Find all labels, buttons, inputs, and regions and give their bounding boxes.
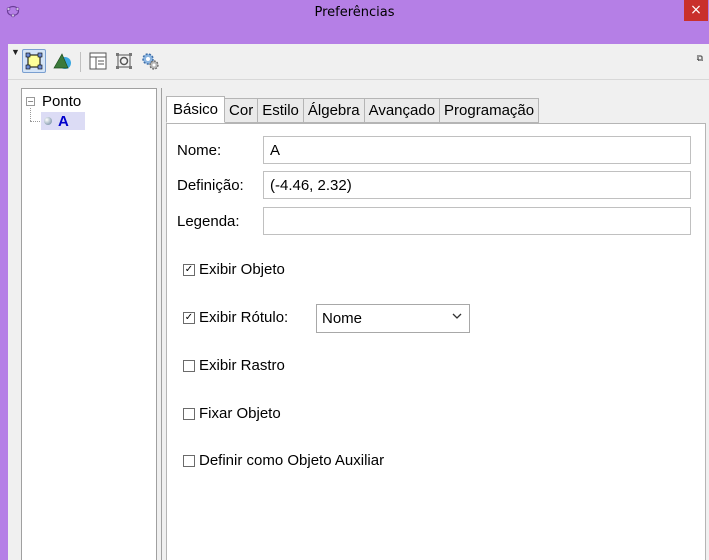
checkbox-box[interactable] — [183, 359, 195, 372]
nome-label: Nome: — [177, 142, 222, 159]
preferences-window: Preferências × ▼ ⧉ − Ponto A Básico Cor … — [0, 0, 709, 560]
tree-connector — [30, 108, 31, 121]
checkbox-label: Exibir Rótulo: — [199, 309, 289, 326]
objeto-auxiliar-checkbox[interactable]: Definir como Objeto Auxiliar — [183, 452, 384, 469]
definicao-input[interactable] — [263, 171, 691, 199]
checkbox-label: Exibir Objeto — [199, 261, 285, 278]
tree-connector — [30, 121, 40, 122]
checkbox-box[interactable]: ✓ — [183, 263, 195, 276]
point-icon — [44, 117, 52, 125]
tree-item-label: A — [58, 112, 69, 130]
close-button[interactable]: × — [684, 0, 708, 21]
tab-programacao[interactable]: Programação — [440, 98, 540, 123]
exibir-rotulo-checkbox[interactable]: ✓ Exibir Rótulo: — [183, 309, 288, 326]
exibir-rastro-checkbox[interactable]: Exibir Rastro — [183, 357, 285, 374]
tab-estilo[interactable]: Estilo — [258, 98, 304, 123]
object-tree: − Ponto A — [21, 88, 157, 560]
point-style-icon[interactable] — [22, 49, 46, 73]
graphics-icon[interactable] — [51, 49, 75, 73]
title-bar[interactable]: Preferências × — [0, 0, 709, 44]
exibir-objeto-checkbox[interactable]: ✓ Exibir Objeto — [183, 261, 285, 278]
tree-node-label: Ponto — [42, 93, 82, 110]
tab-basico[interactable]: Básico — [166, 96, 226, 123]
chevron-down-icon — [452, 311, 462, 324]
checkbox-box[interactable] — [183, 454, 195, 467]
fixar-objeto-checkbox[interactable]: Fixar Objeto — [183, 405, 281, 422]
checkbox-box[interactable]: ✓ — [183, 311, 195, 324]
tab-cor[interactable]: Cor — [225, 98, 259, 123]
nome-input[interactable] — [263, 136, 691, 164]
tab-bar: Básico Cor Estilo Álgebra Avançado Progr… — [166, 96, 540, 123]
restore-window-icon[interactable]: ⧉ — [697, 53, 703, 64]
checkbox-label: Exibir Rastro — [199, 357, 285, 374]
definicao-label: Definição: — [177, 177, 244, 194]
checkbox-box[interactable] — [183, 407, 195, 420]
preferences-content: − Ponto A Básico Cor Estilo Álgebra Avan… — [8, 80, 709, 560]
basico-tab-content: Nome: Definição: Legenda: ✓ Exibir Objet… — [166, 123, 706, 560]
legenda-label: Legenda: — [177, 213, 240, 230]
tree-node-ponto[interactable]: − Ponto — [26, 93, 81, 110]
toolbar-collapse-arrow-icon[interactable]: ▼ — [11, 47, 20, 57]
collapse-icon[interactable]: − — [26, 97, 35, 106]
checkbox-label: Definir como Objeto Auxiliar — [199, 452, 385, 469]
tree-item-a[interactable]: A — [41, 112, 85, 130]
tab-algebra[interactable]: Álgebra — [303, 98, 365, 123]
layout-icon[interactable] — [86, 49, 110, 73]
toolbar-separator — [80, 52, 81, 72]
legenda-input[interactable] — [263, 207, 691, 235]
tab-avancado[interactable]: Avançado — [364, 98, 441, 123]
window-title: Preferências — [314, 5, 395, 20]
label-mode-select[interactable]: Nome — [316, 304, 470, 333]
style-toolbar: ▼ ⧉ — [8, 44, 709, 80]
select-value: Nome — [322, 310, 363, 327]
settings-gear-icon[interactable] — [138, 49, 162, 73]
properties-panel: Básico Cor Estilo Álgebra Avançado Progr… — [161, 88, 709, 560]
defaults-icon[interactable] — [112, 49, 136, 73]
checkbox-label: Fixar Objeto — [199, 405, 281, 422]
